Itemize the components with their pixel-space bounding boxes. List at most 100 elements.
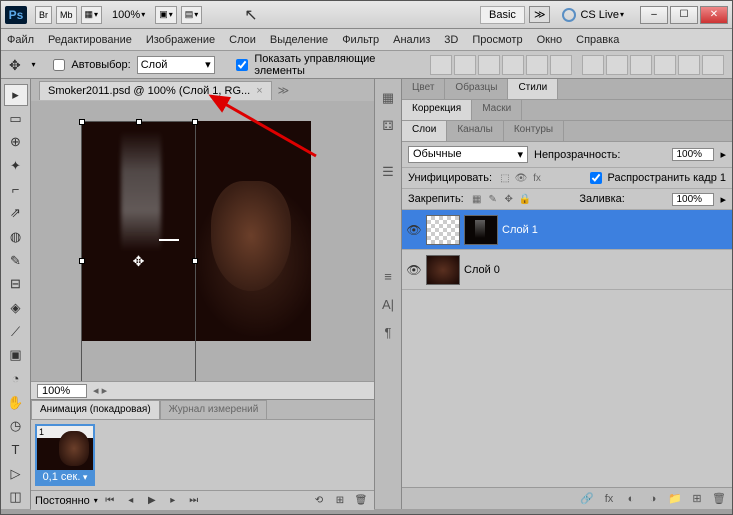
frame-delay[interactable]: 0,1 сек. ▾ [37, 470, 93, 484]
lock-all-icon[interactable]: 🔒 [518, 192, 532, 206]
blur-tool[interactable]: ◔ [4, 368, 28, 390]
panel-icon-1[interactable]: ▦ [377, 87, 399, 109]
zoom-input[interactable]: 100% [37, 384, 87, 398]
menu-file[interactable]: Файл [7, 34, 34, 46]
menu-view[interactable]: Просмотр [472, 34, 522, 46]
extras-button[interactable]: ▤▾ [181, 6, 203, 24]
workspace-button[interactable]: Basic [480, 6, 525, 24]
zoom-level[interactable]: 100% [112, 9, 140, 21]
maximize-button[interactable]: ☐ [670, 6, 698, 24]
document-tab[interactable]: Smoker2011.psd @ 100% (Слой 1, RG... × [39, 81, 272, 100]
gradient-tool[interactable]: ▣ [4, 344, 28, 366]
bridge-button[interactable]: Br [35, 6, 52, 24]
adjustment-layer-icon[interactable]: ◑ [644, 491, 662, 507]
align-button-5[interactable] [526, 55, 548, 75]
opacity-input[interactable]: 100% [672, 148, 714, 161]
autoselect-checkbox[interactable] [53, 59, 65, 71]
layer-thumb[interactable] [426, 255, 460, 285]
layer-thumb[interactable] [464, 215, 498, 245]
layer-1[interactable]: 👁 Слой 1 [402, 210, 732, 250]
propagate-checkbox[interactable] [590, 172, 602, 184]
unify-style-icon[interactable]: fx [530, 171, 544, 185]
transform-center-icon[interactable]: ✥ [132, 254, 146, 268]
lock-trans-icon[interactable]: ▦ [470, 192, 484, 206]
history-brush-tool[interactable]: ◈ [4, 297, 28, 319]
last-frame-button[interactable]: ⏭ [185, 494, 203, 508]
layer-mask-thumb[interactable] [426, 215, 460, 245]
close-button[interactable]: ✕ [700, 6, 728, 24]
lasso-tool[interactable]: ⊕ [4, 131, 28, 153]
align-button-3[interactable] [478, 55, 500, 75]
eyedropper-tool[interactable]: ⇗ [4, 202, 28, 224]
menu-3d[interactable]: 3D [444, 34, 458, 46]
wand-tool[interactable]: ✦ [4, 155, 28, 177]
distribute-button-3[interactable] [630, 55, 652, 75]
canvas[interactable]: ✥ [31, 101, 374, 381]
tab-swatches[interactable]: Образцы [445, 79, 508, 99]
layer-fx-icon[interactable]: fx [600, 491, 618, 507]
link-layers-icon[interactable]: 🔗 [578, 491, 596, 507]
visibility-icon[interactable]: 👁 [406, 262, 422, 278]
tab-measurement[interactable]: Журнал измерений [160, 400, 268, 419]
first-frame-button[interactable]: ⏮ [101, 494, 119, 508]
panel-icon-4[interactable]: ≡ [377, 265, 399, 287]
brush-tool[interactable]: ✎ [4, 250, 28, 272]
group-icon[interactable]: 📁 [666, 491, 684, 507]
move-tool[interactable]: ▸ [4, 84, 28, 106]
new-layer-icon[interactable]: ⊞ [688, 491, 706, 507]
eraser-tool[interactable]: ⟋ [4, 321, 28, 343]
type-tool[interactable]: T [4, 439, 28, 461]
delete-layer-icon[interactable]: 🗑 [710, 491, 728, 507]
distribute-button-1[interactable] [582, 55, 604, 75]
pen-tool[interactable]: ◷ [4, 415, 28, 437]
crop-tool[interactable]: ⌐ [4, 179, 28, 201]
menu-window[interactable]: Окно [537, 34, 563, 46]
menu-layer[interactable]: Слои [229, 34, 256, 46]
new-frame-button[interactable]: ⊞ [331, 494, 349, 508]
tab-masks[interactable]: Маски [472, 100, 522, 120]
align-button-4[interactable] [502, 55, 524, 75]
tab-color[interactable]: Цвет [402, 79, 445, 99]
minimize-button[interactable]: – [640, 6, 668, 24]
panel-icon-3[interactable]: ☰ [377, 161, 399, 183]
heal-tool[interactable]: ◍ [4, 226, 28, 248]
distribute-button-4[interactable] [654, 55, 676, 75]
align-button-6[interactable] [550, 55, 572, 75]
autoselect-dropdown[interactable]: Слой▾ [137, 56, 215, 74]
panel-icon-5[interactable]: A| [377, 293, 399, 315]
align-button-1[interactable] [430, 55, 452, 75]
layer-mask-icon[interactable]: ◐ [622, 491, 640, 507]
path-tool[interactable]: ▷ [4, 463, 28, 485]
distribute-button-6[interactable] [702, 55, 724, 75]
play-button[interactable]: ▶ [143, 494, 161, 508]
delete-frame-button[interactable]: 🗑 [352, 494, 370, 508]
distribute-button-5[interactable] [678, 55, 700, 75]
unify-pos-icon[interactable]: ⬚ [498, 171, 512, 185]
lock-pos-icon[interactable]: ✥ [502, 192, 516, 206]
move-tool-icon[interactable] [9, 57, 25, 73]
tab-layers[interactable]: Слои [402, 121, 447, 141]
close-tab-icon[interactable]: × [256, 85, 262, 97]
tab-paths[interactable]: Контуры [504, 121, 564, 141]
unify-vis-icon[interactable]: 👁 [514, 171, 528, 185]
dodge-tool[interactable]: ✋ [4, 392, 28, 414]
tab-animation[interactable]: Анимация (покадровая) [31, 400, 160, 419]
tween-button[interactable]: ⟲ [310, 494, 328, 508]
layer-name[interactable]: Слой 0 [464, 264, 500, 276]
panel-icon-6[interactable]: ¶ [377, 321, 399, 343]
transform-box[interactable]: ✥ [81, 121, 196, 381]
layer-name[interactable]: Слой 1 [502, 224, 538, 236]
minibridge-button[interactable]: Mb [56, 6, 77, 24]
panel-icon-2[interactable]: ⚃ [377, 115, 399, 137]
tab-styles[interactable]: Стили [508, 79, 558, 99]
menu-analysis[interactable]: Анализ [393, 34, 430, 46]
align-button-2[interactable] [454, 55, 476, 75]
showcontrols-checkbox[interactable] [236, 59, 248, 71]
blend-mode-dropdown[interactable]: Обычные▾ [408, 146, 528, 163]
menu-edit[interactable]: Редактирование [48, 34, 132, 46]
loop-dropdown[interactable]: Постоянно [35, 495, 90, 507]
animation-frame-1[interactable]: 1 0,1 сек. ▾ [35, 424, 95, 486]
menu-select[interactable]: Выделение [270, 34, 328, 46]
arrange-button[interactable]: ▦▾ [81, 6, 103, 24]
layer-0[interactable]: 👁 Слой 0 [402, 250, 732, 290]
